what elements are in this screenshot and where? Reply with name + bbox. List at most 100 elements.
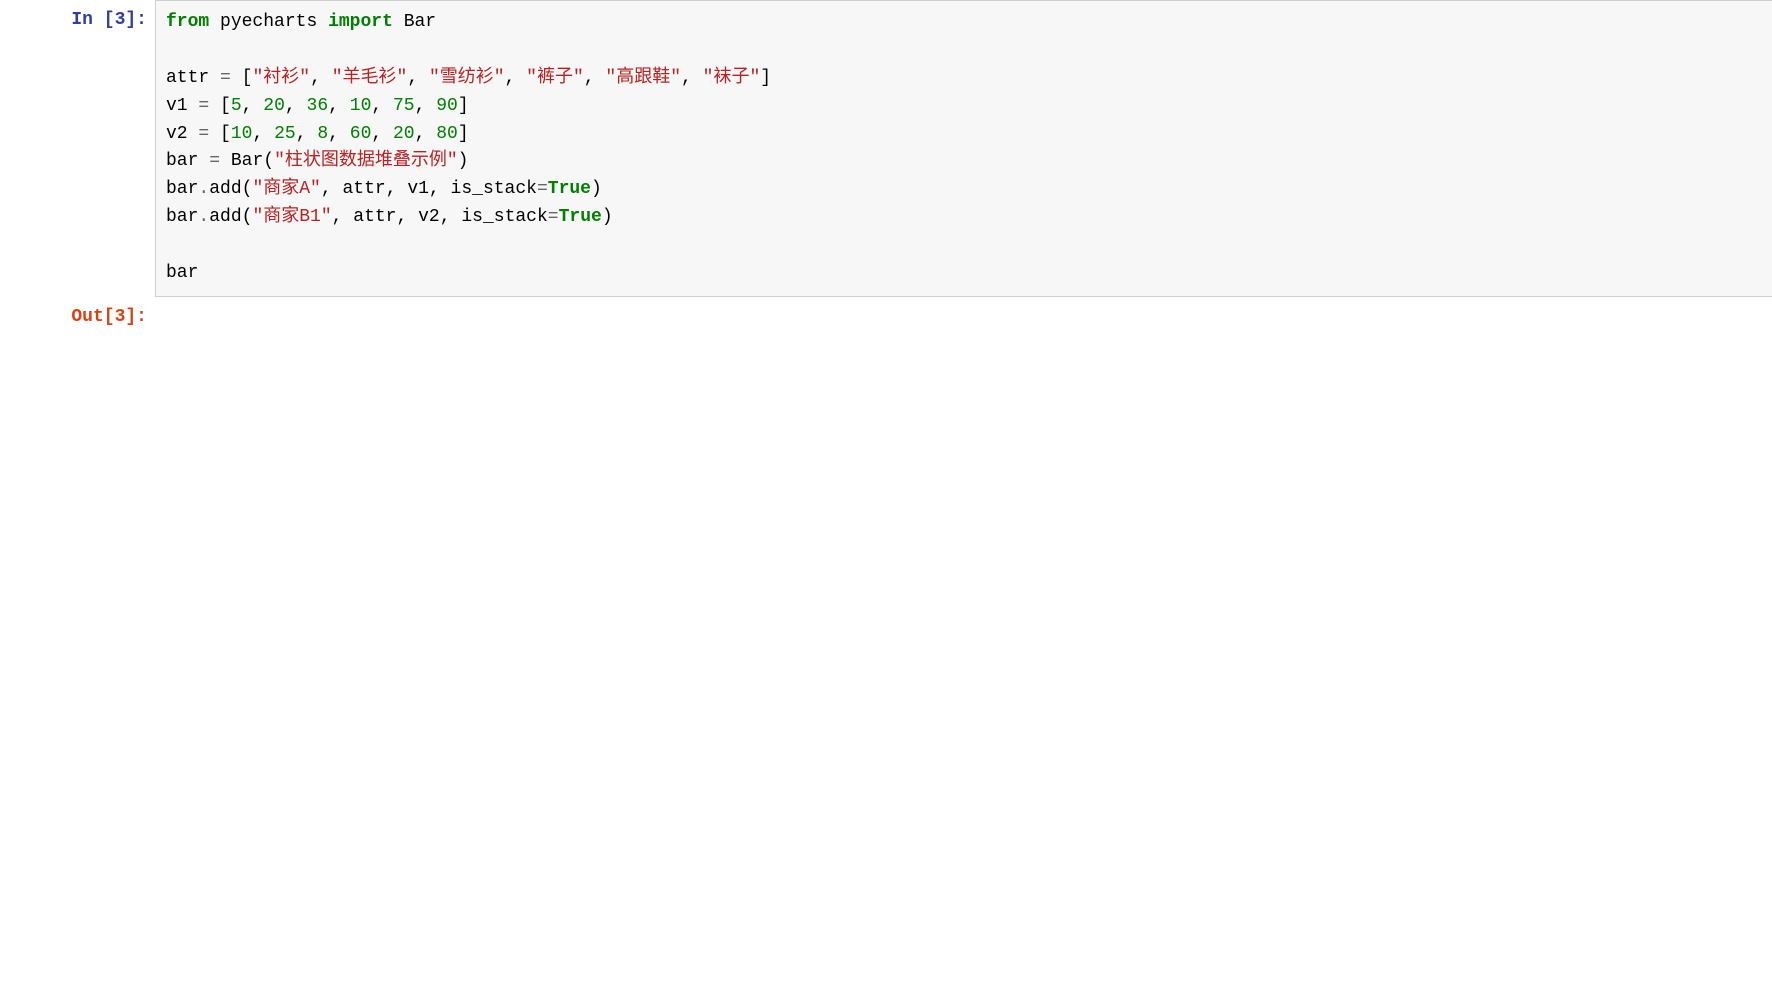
comma: , [505,68,516,88]
comma: , [681,68,692,88]
output-prompt: Out[3]: [0,297,155,327]
operator: = [537,179,548,199]
method-name: add [209,179,241,199]
var-name: v2 [166,124,188,144]
var-name: bar [166,151,198,171]
operator: = [198,96,209,116]
code-line: bar [166,260,1762,288]
number-literal: 20 [393,124,415,144]
comma: , [371,124,382,144]
bracket: ] [458,96,469,116]
operator: = [198,124,209,144]
dot: . [198,207,209,227]
paren: ( [242,179,253,199]
bool-literal: True [548,179,591,199]
kwarg-name: is_stack [451,179,537,199]
string-literal: "雪纺衫" [429,68,505,88]
dot: . [198,179,209,199]
bracket: ] [458,124,469,144]
code-line: v1 = [5, 20, 36, 10, 75, 90] [166,93,1762,121]
comma: , [310,68,321,88]
code-editor[interactable]: from pyecharts import Barattr = ["衬衫", "… [155,0,1772,297]
output-cell: Out[3]: [0,297,1772,327]
paren: ( [263,151,274,171]
number-literal: 10 [350,96,372,116]
var-name: v1 [166,96,188,116]
input-prompt-label: In [3]: [71,10,147,30]
bracket: ] [760,68,771,88]
code-line: v2 = [10, 25, 8, 60, 20, 80] [166,121,1762,149]
class-name: Bar [231,151,263,171]
comma: , [242,96,253,116]
number-literal: 75 [393,96,415,116]
number-literal: 80 [436,124,458,144]
number-literal: 36 [307,96,329,116]
input-cell: In [3]: from pyecharts import Bar attr = … [0,0,1772,297]
number-literal: 5 [231,96,242,116]
bool-literal: True [559,207,602,227]
comma: , [397,207,408,227]
comma: , [407,68,418,88]
code-blank-line [166,37,1762,65]
method-name: add [209,207,241,227]
code-line: attr = ["衬衫", "羊毛衫", "雪纺衫", "裤子", "高跟鞋",… [166,65,1762,93]
comma: , [415,96,426,116]
number-literal: 25 [274,124,296,144]
code-line: bar.add("商家A", attr, v1, is_stack=True) [166,176,1762,204]
paren: ) [458,151,469,171]
keyword-from: from [166,12,209,32]
var-name: bar [166,207,198,227]
operator: = [548,207,559,227]
comma: , [429,179,440,199]
number-literal: 60 [350,124,372,144]
keyword-import: import [328,12,393,32]
code-line: bar.add("商家B1", attr, v2, is_stack=True) [166,204,1762,232]
bracket: [ [220,124,231,144]
bracket: [ [242,68,253,88]
comma: , [321,179,332,199]
code-line: from pyecharts import Bar [166,9,1762,37]
code-line: bar = Bar("柱状图数据堆叠示例") [166,148,1762,176]
string-literal: "衬衫" [252,68,310,88]
comma: , [296,124,307,144]
number-literal: 90 [436,96,458,116]
number-literal: 20 [263,96,285,116]
string-literal: "羊毛衫" [332,68,408,88]
comma: , [332,207,343,227]
string-literal: "袜子" [703,68,761,88]
comma: , [371,96,382,116]
string-literal: "柱状图数据堆叠示例" [274,151,458,171]
comma: , [584,68,595,88]
paren: ) [591,179,602,199]
kwarg-name: is_stack [461,207,547,227]
arg-name: v1 [407,179,429,199]
comma: , [328,124,339,144]
number-literal: 10 [231,124,253,144]
var-name: bar [166,263,198,283]
number-literal: 8 [317,124,328,144]
string-literal: "裤子" [526,68,584,88]
arg-name: attr [342,179,385,199]
operator: = [220,68,231,88]
comma: , [440,207,451,227]
string-literal: "高跟鞋" [605,68,681,88]
output-area [155,297,1772,317]
input-prompt: In [3]: [0,0,155,30]
paren: ( [242,207,253,227]
bracket: [ [220,96,231,116]
comma: , [285,96,296,116]
comma: , [386,179,397,199]
module-name: pyecharts [220,12,317,32]
string-literal: "商家B1" [252,207,331,227]
var-name: attr [166,68,209,88]
arg-name: v2 [418,207,440,227]
operator: = [209,151,220,171]
string-literal: "商家A" [252,179,320,199]
comma: , [252,124,263,144]
comma: , [328,96,339,116]
arg-name: attr [353,207,396,227]
comma: , [415,124,426,144]
class-name: Bar [404,12,436,32]
var-name: bar [166,179,198,199]
paren: ) [602,207,613,227]
